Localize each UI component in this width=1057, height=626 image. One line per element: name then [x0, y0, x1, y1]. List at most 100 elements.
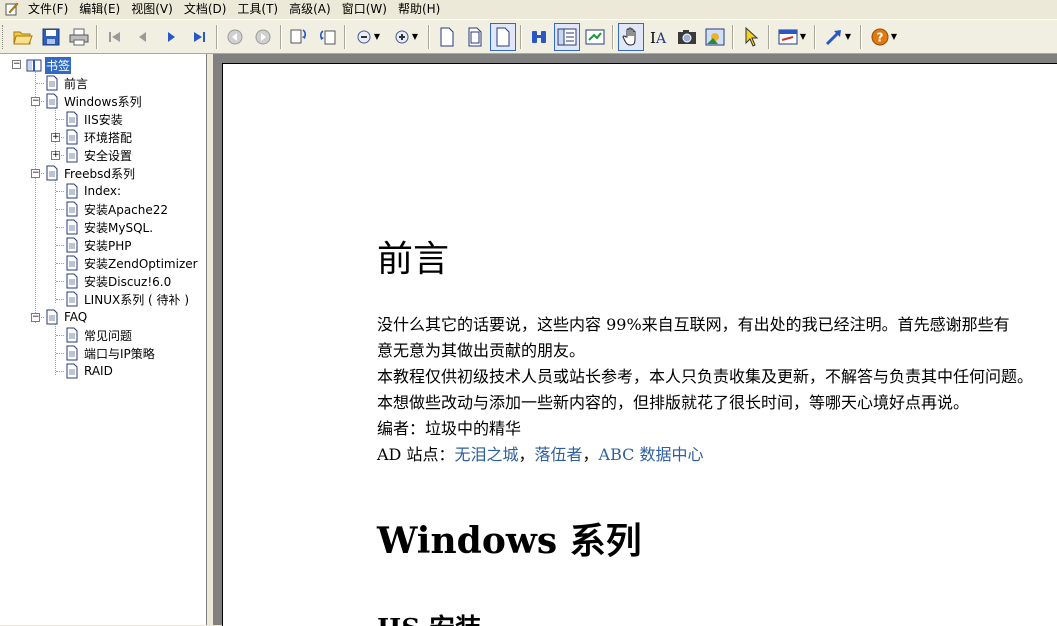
collapse-icon[interactable]: − — [31, 169, 40, 178]
toolbar-grip[interactable] — [2, 24, 6, 49]
annotation-icon[interactable]: ▼ — [774, 23, 810, 51]
toolbar-separator — [280, 24, 282, 49]
tree-item-label: 安装Discuz!6.0 — [84, 274, 172, 289]
text-select-icon[interactable]: IA — [646, 23, 672, 51]
tree-item[interactable]: 安装ZendOptimizer — [64, 254, 199, 272]
page-bookmark-icon — [64, 291, 80, 307]
tree-item-label: Index: — [84, 184, 122, 198]
tree-item[interactable]: 端口与IP策略 — [64, 344, 156, 362]
tree-item[interactable]: 安装Discuz!6.0 — [64, 272, 172, 290]
tree-item[interactable]: 安装PHP — [64, 236, 133, 254]
hand-icon[interactable] — [618, 22, 644, 51]
rotate2-icon[interactable] — [314, 23, 340, 51]
link-icon[interactable]: ▼ — [820, 23, 856, 51]
toolbar-separator — [520, 24, 522, 49]
ad-prefix: AD 站点： — [377, 445, 455, 464]
page-bookmark-icon — [64, 273, 80, 289]
ad-separator: ， — [582, 445, 599, 464]
forward-icon[interactable] — [250, 23, 276, 51]
first-page-icon[interactable] — [102, 23, 128, 51]
tree-connector — [55, 177, 56, 303]
toolbar-separator — [814, 24, 816, 49]
open-icon[interactable] — [10, 23, 36, 51]
tree-item[interactable]: Index: — [64, 182, 122, 200]
heading-iis-install: IIS 安装 — [377, 608, 481, 626]
tree-item[interactable]: 常见问题 — [64, 326, 133, 344]
menu-tools[interactable]: 工具(T) — [232, 0, 284, 18]
collapse-icon[interactable]: − — [12, 60, 21, 69]
print-icon[interactable] — [66, 23, 92, 51]
image-icon[interactable] — [702, 23, 728, 51]
tree-item[interactable]: Windows系列 — [44, 92, 143, 110]
actual-size-icon[interactable] — [434, 23, 460, 51]
expand-icon[interactable]: + — [51, 151, 60, 160]
bookmark-panel-icon[interactable] — [554, 22, 580, 51]
last-page-icon[interactable] — [186, 23, 212, 51]
collapse-icon[interactable]: − — [31, 313, 40, 322]
prev-page-icon[interactable] — [130, 23, 156, 51]
rotate-icon[interactable] — [286, 23, 312, 51]
paragraph-line: 本想做些改动与添加一些新内容的，但排版就花了很长时间，等哪天心境好点再说。 — [377, 393, 970, 412]
tree-item[interactable]: IIS安装 — [64, 110, 124, 128]
page-bookmark-icon — [64, 183, 80, 199]
thumbnail-icon[interactable] — [582, 23, 608, 51]
ad-link[interactable]: 无泪之城 — [454, 445, 518, 464]
tree-item-label: 环境搭配 — [84, 130, 133, 145]
tree-connector — [56, 245, 64, 246]
page-bookmark-icon — [64, 147, 80, 163]
toolbar: ▼ ▼ IA ▼ ▼ ? ▼ — [0, 19, 1057, 54]
ad-link[interactable]: 落伍者 — [535, 445, 583, 464]
page-bookmark-icon — [64, 111, 80, 127]
paragraph-line: 意无意为其做出贡献的朋友。 — [377, 341, 586, 360]
collapse-icon[interactable]: − — [31, 97, 40, 106]
tree-item-label: RAID — [84, 364, 113, 378]
tree-item-label: LINUX系列 ( 待补 ) — [84, 292, 190, 307]
tree-connector — [56, 353, 64, 354]
pointer-icon[interactable] — [738, 23, 764, 51]
tree-item[interactable]: 环境搭配 — [64, 128, 133, 146]
menu-edit[interactable]: 编辑(E) — [74, 0, 126, 18]
ad-link[interactable]: ABC 数据中心 — [599, 445, 704, 464]
fit-width-icon[interactable] — [490, 22, 516, 51]
zoom-out-icon[interactable]: ▼ — [350, 23, 386, 51]
tree-item[interactable]: Freebsd系列 — [44, 164, 136, 182]
find-icon[interactable] — [526, 23, 552, 51]
snapshot-icon[interactable] — [674, 23, 700, 51]
app-icon — [5, 2, 19, 16]
save-icon[interactable] — [38, 23, 64, 51]
next-page-icon[interactable] — [158, 23, 184, 51]
tree-item[interactable]: 安全设置 — [64, 146, 133, 164]
page-bookmark-icon — [64, 255, 80, 271]
help-icon[interactable]: ? ▼ — [866, 23, 902, 51]
tree-item-label: 端口与IP策略 — [84, 346, 155, 361]
tree-connector — [56, 371, 64, 372]
menu-window[interactable]: 窗口(W) — [337, 0, 393, 18]
tree-item[interactable]: 安装MySQL. — [64, 218, 154, 236]
tree-item[interactable]: LINUX系列 ( 待补 ) — [64, 290, 190, 308]
menu-advanced[interactable]: 高级(A) — [284, 0, 337, 18]
tree-item[interactable]: RAID — [64, 362, 114, 380]
toolbar-separator — [216, 24, 218, 49]
menu-document[interactable]: 文档(D) — [179, 0, 233, 18]
tree-root[interactable]: − 书签 — [10, 56, 72, 74]
tree-item[interactable]: 安装Apache22 — [64, 200, 169, 218]
tree-item-label: Freebsd系列 — [64, 166, 135, 181]
tree-item-label: 安全设置 — [84, 148, 133, 163]
tree-item[interactable]: FAQ — [44, 308, 88, 326]
menu-view[interactable]: 视图(V) — [126, 0, 179, 18]
menu-help[interactable]: 帮助(H) — [393, 0, 446, 18]
tree-connector — [35, 69, 36, 323]
tree-connector — [56, 191, 64, 192]
fit-page-icon[interactable] — [462, 23, 488, 51]
tree-item[interactable]: 前言 — [44, 74, 89, 92]
paragraph-line: 本教程仅供初级技术人员或站长参考，本人只负责收集及更新，不解答与负责其中任何问题… — [377, 367, 1034, 386]
menu-file[interactable]: 文件(F) — [23, 0, 74, 18]
toolbar-separator — [612, 24, 614, 49]
zoom-in-icon[interactable]: ▼ — [388, 23, 424, 51]
paragraph-line: 没什么其它的话要说，这些内容 99%来自互联网，有出处的我已经注明。首先感谢那些… — [377, 315, 1010, 334]
expand-icon[interactable]: + — [51, 133, 60, 142]
paragraph-line: 编者：垃圾中的精华 — [377, 419, 522, 438]
tree-connector — [56, 227, 64, 228]
back-icon[interactable] — [222, 23, 248, 51]
menu-bar: 文件(F) 编辑(E) 视图(V) 文档(D) 工具(T) 高级(A) 窗口(W… — [0, 0, 1057, 18]
